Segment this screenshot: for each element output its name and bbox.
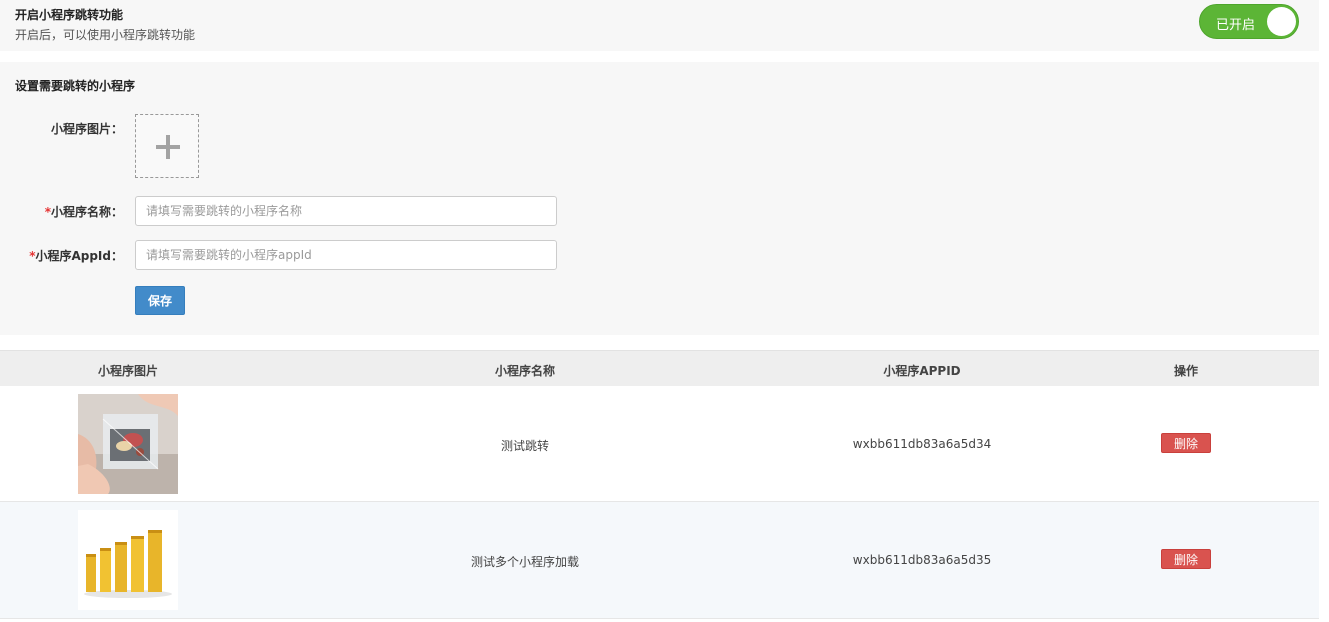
panel-title: 设置需要跳转的小程序: [15, 79, 136, 93]
column-header-appid: 小程序APPID: [883, 364, 961, 378]
column-header-name: 小程序名称: [494, 364, 556, 378]
save-button[interactable]: 保存: [135, 286, 185, 315]
image-label: 小程序图片：: [50, 122, 123, 136]
image-upload-button[interactable]: [135, 114, 199, 178]
toggle-knob: [1267, 7, 1296, 36]
settings-panel: 设置需要跳转的小程序 小程序图片： *小程序名称： *小程序AppId： 保存: [0, 62, 1319, 335]
table-row: 测试多个小程序加载 wxbb611db83a6a5d35 删除: [0, 502, 1319, 619]
miniprogram-table: 小程序图片 小程序名称 小程序APPID 操作 测试跳转 wxbb611db83…: [0, 350, 1319, 619]
name-input[interactable]: [135, 196, 557, 226]
plus-icon-vertical: [166, 135, 170, 159]
column-header-action: 操作: [1173, 364, 1199, 378]
name-label: *小程序名称：: [0, 203, 123, 220]
appid-input[interactable]: [135, 240, 557, 270]
table-header: 小程序图片 小程序名称 小程序APPID 操作: [0, 350, 1319, 386]
delete-button[interactable]: 删除: [1161, 549, 1211, 569]
miniprogram-name: 测试跳转: [500, 439, 550, 453]
feature-title: 开启小程序跳转功能: [15, 8, 124, 22]
wrap-rolls-thumbnail: [78, 510, 178, 610]
name-label-text: 小程序名称：: [50, 205, 123, 219]
miniprogram-appid: wxbb611db83a6a5d34: [852, 437, 992, 451]
miniprogram-appid: wxbb611db83a6a5d35: [852, 553, 992, 567]
column-header-image: 小程序图片: [97, 364, 159, 378]
miniprogram-name: 测试多个小程序加载: [470, 555, 580, 569]
toggle-label: 已开启: [1216, 18, 1256, 33]
feature-description: 开启后，可以使用小程序跳转功能: [15, 28, 196, 42]
appid-label: *小程序AppId：: [0, 247, 123, 264]
jump-feature-bar: 开启小程序跳转功能 开启后，可以使用小程序跳转功能 已开启: [0, 0, 1319, 51]
delete-button[interactable]: 删除: [1161, 433, 1211, 453]
table-row: 测试跳转 wxbb611db83a6a5d34 删除: [0, 386, 1319, 502]
plastic-wrap-thumbnail: [78, 394, 178, 494]
appid-label-text: 小程序AppId：: [35, 249, 123, 263]
feature-toggle[interactable]: 已开启: [1199, 4, 1299, 39]
